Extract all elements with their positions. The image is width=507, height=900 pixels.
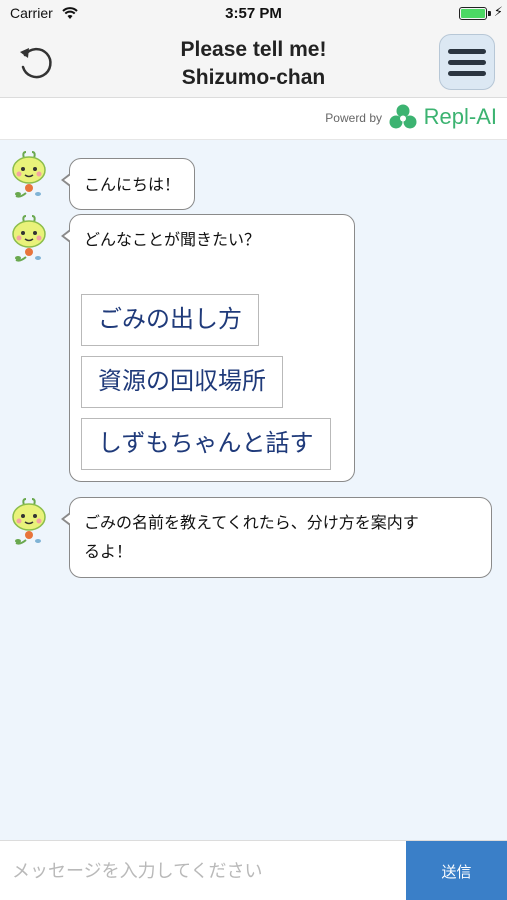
page-title-line1: Please tell me! <box>180 38 327 61</box>
message-input[interactable] <box>0 841 405 900</box>
menu-bar <box>448 48 486 54</box>
powered-by-banner: Powerd by Repl-AI <box>0 98 507 140</box>
battery-icon <box>459 7 487 20</box>
status-bar: Carrier 3:57 PM ⚡ <box>0 0 507 28</box>
back-button[interactable] <box>12 40 58 86</box>
message-text-line: ごみの名前を教えてくれたら、分け方を案内す <box>84 513 419 532</box>
message-composer: 送信 <box>0 840 507 900</box>
charging-bolt-icon: ⚡ <box>493 5 503 20</box>
repl-ai-logo: Repl-AI <box>388 103 497 131</box>
message-text: どんなことが聞きたい？ <box>84 230 261 249</box>
message-text-line: るよ！ <box>84 542 133 561</box>
option-button-garbage-disposal[interactable]: ごみの出し方 <box>81 294 259 346</box>
navigation-bar: Please tell me! Shizumo-chan <box>0 28 507 98</box>
battery-tip <box>488 11 491 16</box>
option-button-recycling-location[interactable]: 資源の回収場所 <box>81 356 283 408</box>
page-title: Please tell me! Shizumo-chan <box>100 36 407 92</box>
message-bubble: どんなことが聞きたい？ ごみの出し方 資源の回収場所 しずもちゃんと話す <box>61 214 355 482</box>
page-title-line2: Shizumo-chan <box>181 66 326 89</box>
message-text: こんにちは！ <box>84 175 181 194</box>
powered-by-label: Powerd by <box>325 111 382 125</box>
menu-button[interactable] <box>439 34 495 90</box>
clock: 3:57 PM <box>225 5 282 22</box>
message-bubble: ごみの名前を教えてくれたら、分け方を案内す るよ！ <box>61 497 492 578</box>
option-button-talk-with-shizumo[interactable]: しずもちゃんと話す <box>81 418 331 470</box>
message-bubble: こんにちは！ <box>61 158 196 210</box>
send-button[interactable]: 送信 <box>406 841 507 900</box>
menu-bar <box>448 70 486 76</box>
repl-ai-logo-icon <box>389 104 417 129</box>
repl-ai-brand: Repl-AI <box>423 104 497 129</box>
menu-bar <box>448 59 486 65</box>
chat-area[interactable]: こんにちは！ どんなことが聞きたい？ ごみの出し方 資源の回収場所 しずもちゃん… <box>0 140 507 840</box>
shizumo-chan-avatar <box>12 215 46 262</box>
shizumo-chan-avatar <box>12 151 46 198</box>
shizumo-chan-avatar <box>12 498 46 545</box>
refresh-back-icon <box>20 47 52 79</box>
